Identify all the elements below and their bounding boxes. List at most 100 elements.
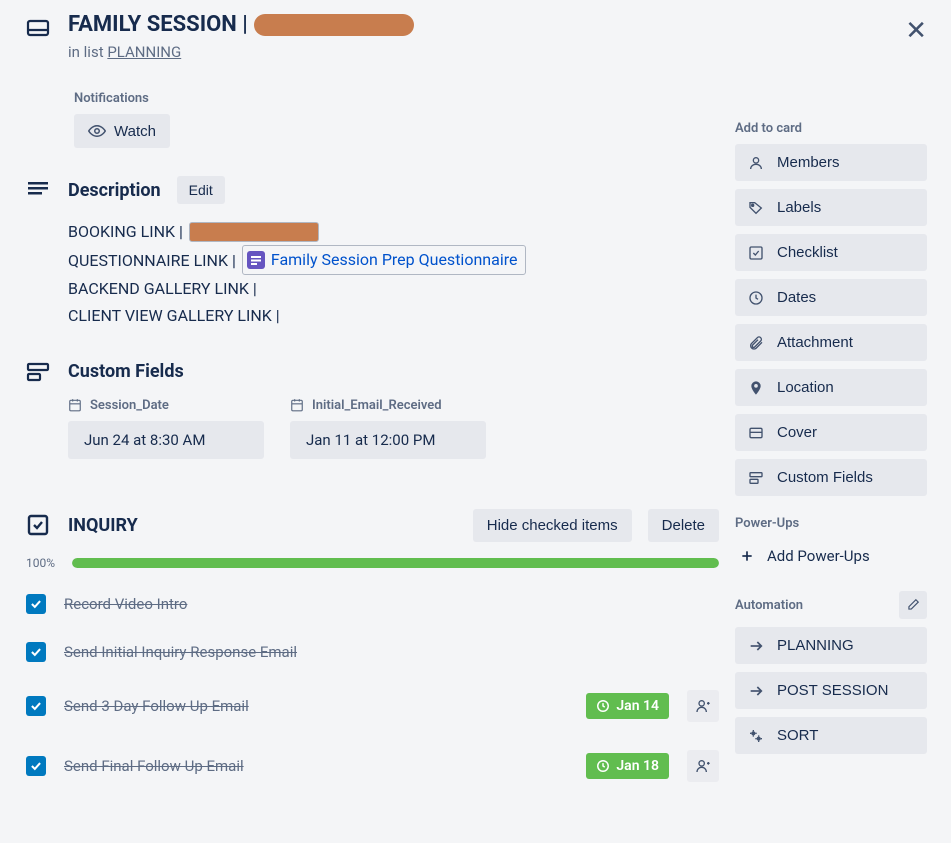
sidebar-checklist-button[interactable]: Checklist (735, 234, 927, 271)
sidebar-attachment-button[interactable]: Attachment (735, 324, 927, 361)
close-button[interactable]: ✕ (905, 18, 927, 44)
sidebar-label: Dates (777, 289, 816, 306)
notifications-section: Notifications Watch (24, 91, 719, 148)
card-title-prefix: FAMILY SESSION | (68, 12, 248, 37)
description-icon (24, 178, 52, 202)
progress-percent: 100% (26, 556, 62, 570)
sidebar-dates-button[interactable]: Dates (735, 279, 927, 316)
sidebar-label: Checklist (777, 244, 838, 261)
automation-label: SORT (777, 727, 818, 744)
desc-booking-redacted (189, 222, 319, 242)
card-title[interactable]: FAMILY SESSION | (68, 12, 719, 37)
notifications-label: Notifications (74, 91, 719, 106)
checklist-item-text: Send 3 Day Follow Up Email (64, 697, 568, 715)
checkbox[interactable] (26, 594, 46, 614)
card-title-redacted (254, 14, 414, 36)
sidebar-labels-button[interactable]: Labels (735, 189, 927, 226)
add-powerups-button[interactable]: Add Power-Ups (735, 539, 927, 573)
hide-checked-button[interactable]: Hide checked items (473, 509, 632, 542)
custom-field-session-date: Session_Date Jun 24 at 8:30 AM (68, 398, 264, 459)
assign-member-button[interactable] (687, 690, 719, 722)
checklist-due-badge[interactable]: Jan 18 (586, 753, 669, 779)
desc-questionnaire-label: QUESTIONNAIRE LINK | (68, 247, 236, 274)
checklist-item-text: Send Final Follow Up Email (64, 757, 568, 775)
edit-description-button[interactable]: Edit (177, 176, 225, 204)
sidebar-label: Cover (777, 424, 817, 441)
cf-label-0: Session_Date (90, 398, 169, 413)
members-icon (747, 155, 765, 171)
checkbox[interactable] (26, 642, 46, 662)
sidebar-members-button[interactable]: Members (735, 144, 927, 181)
checklist-item[interactable]: Send 3 Day Follow Up Email Jan 14 (24, 684, 719, 728)
automation-label: POST SESSION (777, 682, 888, 699)
automation-title: Automation (735, 598, 803, 613)
checkbox[interactable] (26, 696, 46, 716)
checklist-icon (747, 245, 765, 261)
custom-fields-icon (24, 360, 52, 384)
due-text: Jan 14 (616, 698, 659, 714)
progress-bar (72, 558, 719, 568)
questionnaire-chip[interactable]: Family Session Prep Questionnaire (242, 245, 527, 275)
edit-automation-button[interactable] (899, 591, 927, 619)
assign-member-button[interactable] (687, 750, 719, 782)
custom-fields-header: Custom Fields (24, 360, 719, 384)
automation-planning-button[interactable]: PLANNING (735, 627, 927, 664)
powerups-title: Power-Ups (735, 516, 927, 531)
sidebar-label: Custom Fields (777, 469, 873, 486)
sidebar-label: Members (777, 154, 840, 171)
plus-icon (739, 548, 755, 564)
automation-sort-button[interactable]: SORT (735, 717, 927, 754)
checklist-header: INQUIRY Hide checked items Delete (24, 509, 719, 542)
checkbox[interactable] (26, 756, 46, 776)
custom-fields-title: Custom Fields (68, 361, 184, 382)
cf-value-0[interactable]: Jun 24 at 8:30 AM (68, 421, 264, 459)
checklist-due-badge[interactable]: Jan 14 (586, 693, 669, 719)
cover-icon (747, 425, 765, 441)
in-list-line: in list PLANNING (68, 43, 719, 61)
description-title: Description (68, 180, 161, 201)
sidebar-label: Labels (777, 199, 821, 216)
cf-label-1: Initial_Email_Received (312, 398, 442, 413)
sidebar-custom-fields-button[interactable]: Custom Fields (735, 459, 927, 496)
arrow-right-icon (747, 683, 765, 699)
watch-button[interactable]: Watch (74, 114, 170, 148)
checklist-item[interactable]: Send Final Follow Up Email Jan 18 (24, 744, 719, 788)
cf-value-1[interactable]: Jan 11 at 12:00 PM (290, 421, 486, 459)
checklist-item-text: Send Initial Inquiry Response Email (64, 643, 719, 661)
description-body[interactable]: BOOKING LINK | QUESTIONNAIRE LINK | Fami… (24, 218, 719, 330)
desc-backend-label: BACKEND GALLERY LINK | (68, 275, 257, 302)
card-header: FAMILY SESSION | in list PLANNING (24, 12, 719, 61)
gears-icon (747, 728, 765, 744)
due-text: Jan 18 (616, 758, 659, 774)
sidebar-cover-button[interactable]: Cover (735, 414, 927, 451)
checklist-title[interactable]: INQUIRY (68, 515, 457, 536)
card-icon (24, 12, 52, 40)
automation-label: PLANNING (777, 637, 854, 654)
custom-fields-icon (747, 470, 765, 486)
delete-checklist-button[interactable]: Delete (648, 509, 719, 542)
watch-label: Watch (114, 123, 156, 140)
checklist-icon (24, 513, 52, 537)
add-powerups-label: Add Power-Ups (767, 547, 870, 565)
checklist-item[interactable]: Record Video Intro (24, 588, 719, 620)
labels-icon (747, 200, 765, 216)
list-link[interactable]: PLANNING (107, 43, 181, 61)
location-icon (747, 380, 765, 396)
desc-client-label: CLIENT VIEW GALLERY LINK | (68, 302, 280, 329)
dates-icon (747, 290, 765, 306)
attachment-icon (747, 335, 765, 351)
checklist-item[interactable]: Send Initial Inquiry Response Email (24, 636, 719, 668)
checklist-progress: 100% (24, 556, 719, 570)
custom-field-initial-email: Initial_Email_Received Jan 11 at 12:00 P… (290, 398, 486, 459)
add-to-card-title: Add to card (735, 121, 927, 136)
sidebar-label: Attachment (777, 334, 853, 351)
in-list-prefix: in list (68, 43, 104, 61)
questionnaire-link-text[interactable]: Family Session Prep Questionnaire (271, 246, 518, 274)
automation-post-session-button[interactable]: POST SESSION (735, 672, 927, 709)
arrow-right-icon (747, 638, 765, 654)
desc-booking-label: BOOKING LINK | (68, 218, 183, 245)
progress-fill (72, 558, 719, 568)
checklist-item-text: Record Video Intro (64, 595, 719, 613)
description-header: Description Edit (24, 176, 719, 204)
sidebar-location-button[interactable]: Location (735, 369, 927, 406)
